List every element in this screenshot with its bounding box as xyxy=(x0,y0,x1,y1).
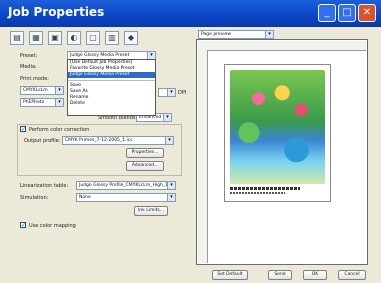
list-item[interactable]: Judge Glossy Media Preset xyxy=(68,72,155,78)
vertical-ruler xyxy=(198,50,208,263)
color-mapping-label: Use color mapping xyxy=(29,223,76,229)
ok-button[interactable]: OK xyxy=(303,270,327,280)
properties-button[interactable]: Properties... xyxy=(126,148,164,158)
chevron-down-icon: ▾ xyxy=(167,182,175,189)
dpi-label: DPI xyxy=(178,90,187,96)
chevron-down-icon: ▾ xyxy=(165,137,173,144)
image-caption-line xyxy=(230,192,285,194)
print-mode-label: Print mode: xyxy=(20,76,49,82)
horizontal-ruler xyxy=(198,41,366,51)
list-item[interactable]: Delete xyxy=(68,101,155,107)
title-bar[interactable]: Job Properties _ □ ✕ xyxy=(0,0,381,27)
copy-icon[interactable]: ▢ xyxy=(86,31,100,45)
minimize-button[interactable]: _ xyxy=(318,4,336,22)
layout-icon[interactable]: ▦ xyxy=(29,31,43,45)
output-profile-select[interactable]: CMYK Primes_7-12-2005_1.icc ▾ xyxy=(62,136,174,145)
print-settings-icon[interactable]: ▤ xyxy=(10,31,24,45)
chevron-down-icon: ▾ xyxy=(55,99,63,106)
chevron-down-icon: ▾ xyxy=(147,52,155,59)
toolbar: ▤ ▦ ▣ ◐ ▢ ▥ ◆ xyxy=(10,31,138,47)
close-button[interactable]: ✕ xyxy=(358,4,376,22)
preview-view-select[interactable]: Page preview ▾ xyxy=(198,30,274,39)
color-correction-checkbox[interactable]: ✓ xyxy=(20,126,26,133)
simulation-value: None xyxy=(79,195,91,200)
ink-value: PhEPhoto xyxy=(23,100,45,105)
preset-dropdown-list: [Use Default Job Properties] Favorite Gl… xyxy=(67,59,156,116)
info-icon[interactable]: ◆ xyxy=(124,31,138,45)
preset-value: Judge Glossy Media Preset xyxy=(70,53,130,58)
chevron-down-icon: ▾ xyxy=(163,114,171,121)
preview-page xyxy=(224,64,331,202)
print-mode-select[interactable]: CMYKLcLm ▾ xyxy=(20,86,64,95)
artwork-image xyxy=(230,70,325,184)
advanced-button[interactable]: Advanced... xyxy=(126,161,164,171)
output-profile-label: Output profile: xyxy=(24,138,61,144)
output-profile-value: CMYK Primes_7-12-2005_1.icc xyxy=(65,138,133,143)
media-icon[interactable]: ▣ xyxy=(48,31,62,45)
divider xyxy=(68,80,155,81)
chevron-down-icon: ▾ xyxy=(167,89,175,96)
simulation-label: Simulation: xyxy=(20,195,49,201)
media-label: Media: xyxy=(20,64,37,70)
color-correction-label: Perform color correction xyxy=(29,127,90,133)
chevron-down-icon: ▾ xyxy=(55,87,63,94)
chevron-down-icon: ▾ xyxy=(167,194,175,201)
color-icon[interactable]: ◐ xyxy=(67,31,81,45)
dpi-select[interactable]: ▾ xyxy=(158,88,176,97)
color-mapping-checkbox[interactable]: ✓ xyxy=(20,222,26,229)
page-preview[interactable] xyxy=(196,39,368,265)
cancel-button[interactable]: Cancel xyxy=(338,270,366,280)
preview-view-value: Page preview xyxy=(201,32,232,37)
linearization-value: Judge Glossy Profile_CMYKLcLm_High_1 xyxy=(79,183,168,188)
ink-select[interactable]: PhEPhoto ▾ xyxy=(20,98,64,107)
job-properties-window: Job Properties _ □ ✕ ▤ ▦ ▣ ◐ ▢ ▥ ◆ Prese… xyxy=(0,0,381,283)
maximize-button[interactable]: □ xyxy=(338,4,356,22)
send-button[interactable]: Send xyxy=(268,270,292,280)
ink-limits-button[interactable]: Ink Limits... xyxy=(134,206,168,216)
preset-label: Preset: xyxy=(20,53,38,59)
image-caption xyxy=(230,187,300,190)
linearization-select[interactable]: Judge Glossy Profile_CMYKLcLm_High_1 ▾ xyxy=(76,181,176,190)
window-title: Job Properties xyxy=(8,5,105,19)
save-icon[interactable]: ▥ xyxy=(105,31,119,45)
print-mode-value: CMYKLcLm xyxy=(23,88,48,93)
chevron-down-icon: ▾ xyxy=(265,31,273,38)
set-default-button[interactable]: Set Default xyxy=(212,270,248,280)
simulation-select[interactable]: None ▾ xyxy=(76,193,176,202)
linearization-label: Linearization table: xyxy=(20,183,69,189)
